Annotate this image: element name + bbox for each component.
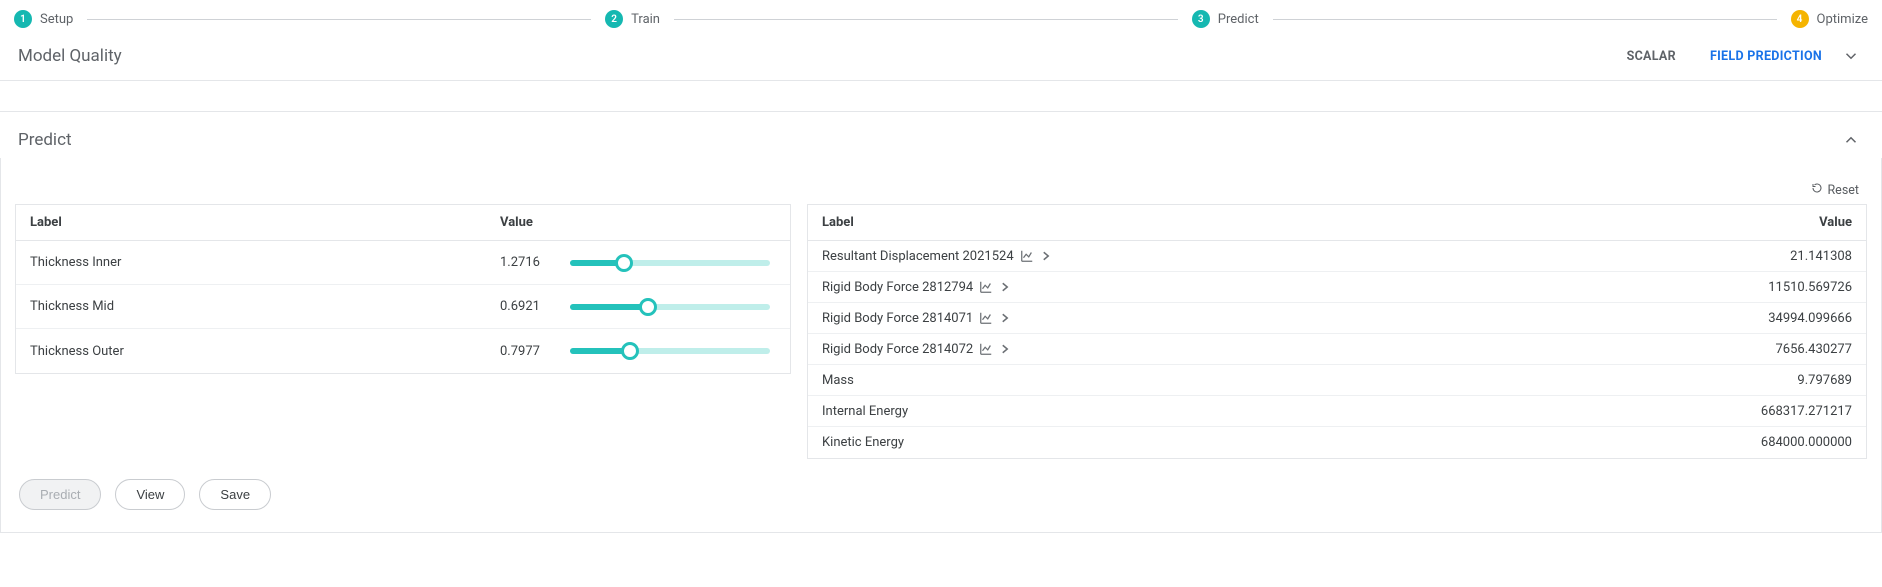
output-row: Resultant Displacement 2021524 21.141308 bbox=[808, 241, 1866, 272]
outputs-table: Label Value Resultant Displacement 20215… bbox=[807, 204, 1867, 459]
chevron-right-icon[interactable] bbox=[999, 343, 1011, 355]
step-predict[interactable]: 3 Predict bbox=[1192, 10, 1259, 28]
predict-header: Predict bbox=[0, 111, 1882, 158]
input-slider[interactable] bbox=[570, 255, 770, 271]
action-buttons: Predict View Save bbox=[15, 459, 1867, 510]
chart-icon[interactable] bbox=[1020, 249, 1034, 263]
reset-icon bbox=[1811, 182, 1823, 198]
model-quality-header: Model Quality SCALAR FIELD PREDICTION bbox=[0, 28, 1882, 81]
step-badge: 3 bbox=[1192, 10, 1210, 28]
input-row: Thickness Mid0.6921 bbox=[16, 285, 790, 329]
step-divider bbox=[674, 19, 1178, 20]
output-row: Kinetic Energy 684000.000000 bbox=[808, 427, 1866, 458]
step-optimize[interactable]: 4 Optimize bbox=[1791, 10, 1868, 28]
inputs-table: Label Value Thickness Inner1.2716Thickne… bbox=[15, 204, 791, 374]
output-value: 668317.271217 bbox=[1672, 404, 1852, 419]
step-divider bbox=[87, 19, 591, 20]
output-row: Rigid Body Force 2814072 7656.430277 bbox=[808, 334, 1866, 365]
output-label: Resultant Displacement 2021524 bbox=[822, 249, 1014, 264]
input-row: Thickness Inner1.2716 bbox=[16, 241, 790, 285]
step-label: Setup bbox=[40, 12, 73, 27]
output-label: Mass bbox=[822, 373, 854, 388]
outputs-header-label: Label bbox=[822, 215, 1672, 230]
chart-icon[interactable] bbox=[979, 311, 993, 325]
chevron-right-icon[interactable] bbox=[999, 281, 1011, 293]
output-value: 11510.569726 bbox=[1672, 280, 1852, 295]
step-badge: 4 bbox=[1791, 10, 1809, 28]
input-label: Thickness Mid bbox=[30, 299, 500, 314]
tab-scalar[interactable]: SCALAR bbox=[1627, 49, 1676, 64]
reset-label: Reset bbox=[1827, 183, 1859, 198]
output-label: Internal Energy bbox=[822, 404, 908, 419]
chevron-right-icon[interactable] bbox=[1040, 250, 1052, 262]
inputs-header-row: Label Value bbox=[16, 205, 790, 241]
input-value: 0.7977 bbox=[500, 344, 570, 359]
output-value: 7656.430277 bbox=[1672, 342, 1852, 357]
predict-toolbar: Reset bbox=[15, 172, 1867, 204]
step-train[interactable]: 2 Train bbox=[605, 10, 660, 28]
input-row: Thickness Outer0.7977 bbox=[16, 329, 790, 373]
input-label: Thickness Outer bbox=[30, 344, 500, 359]
model-quality-title: Model Quality bbox=[18, 46, 1627, 66]
chart-icon[interactable] bbox=[979, 280, 993, 294]
output-label: Rigid Body Force 2814072 bbox=[822, 342, 973, 357]
inputs-header-value: Value bbox=[500, 215, 570, 230]
predict-button: Predict bbox=[19, 479, 101, 510]
output-value: 684000.000000 bbox=[1672, 435, 1852, 450]
output-row: Mass 9.797689 bbox=[808, 365, 1866, 396]
chart-icon[interactable] bbox=[979, 342, 993, 356]
input-slider[interactable] bbox=[570, 299, 770, 315]
output-row: Rigid Body Force 2812794 11510.569726 bbox=[808, 272, 1866, 303]
step-label: Optimize bbox=[1817, 12, 1868, 27]
output-row: Internal Energy 668317.271217 bbox=[808, 396, 1866, 427]
step-badge: 1 bbox=[14, 10, 32, 28]
step-divider bbox=[1273, 19, 1777, 20]
tab-field-prediction[interactable]: FIELD PREDICTION bbox=[1710, 49, 1822, 64]
input-value: 1.2716 bbox=[500, 255, 570, 270]
stepper: 1 Setup 2 Train 3 Predict 4 Optimize bbox=[0, 0, 1882, 28]
output-value: 9.797689 bbox=[1672, 373, 1852, 388]
step-label: Predict bbox=[1218, 12, 1259, 27]
model-quality-tabs: SCALAR FIELD PREDICTION bbox=[1627, 49, 1822, 64]
output-label: Kinetic Energy bbox=[822, 435, 904, 450]
reset-button[interactable]: Reset bbox=[1811, 182, 1859, 198]
view-button[interactable]: View bbox=[115, 479, 185, 510]
chevron-right-icon[interactable] bbox=[999, 312, 1011, 324]
input-value: 0.6921 bbox=[500, 299, 570, 314]
input-slider[interactable] bbox=[570, 343, 770, 359]
output-label: Rigid Body Force 2814071 bbox=[822, 311, 973, 326]
step-badge: 2 bbox=[605, 10, 623, 28]
predict-title: Predict bbox=[18, 130, 1842, 150]
outputs-header-row: Label Value bbox=[808, 205, 1866, 241]
chevron-up-icon[interactable] bbox=[1842, 131, 1860, 149]
outputs-header-value: Value bbox=[1672, 215, 1852, 230]
output-value: 34994.099666 bbox=[1672, 311, 1852, 326]
step-label: Train bbox=[631, 12, 660, 27]
output-row: Rigid Body Force 2814071 34994.099666 bbox=[808, 303, 1866, 334]
output-label: Rigid Body Force 2812794 bbox=[822, 280, 973, 295]
inputs-header-label: Label bbox=[30, 215, 500, 230]
output-value: 21.141308 bbox=[1672, 249, 1852, 264]
input-label: Thickness Inner bbox=[30, 255, 500, 270]
step-setup[interactable]: 1 Setup bbox=[14, 10, 73, 28]
chevron-down-icon[interactable] bbox=[1842, 47, 1860, 65]
save-button[interactable]: Save bbox=[199, 479, 271, 510]
predict-body: Reset Label Value Thickness Inner1.2716T… bbox=[0, 158, 1882, 533]
